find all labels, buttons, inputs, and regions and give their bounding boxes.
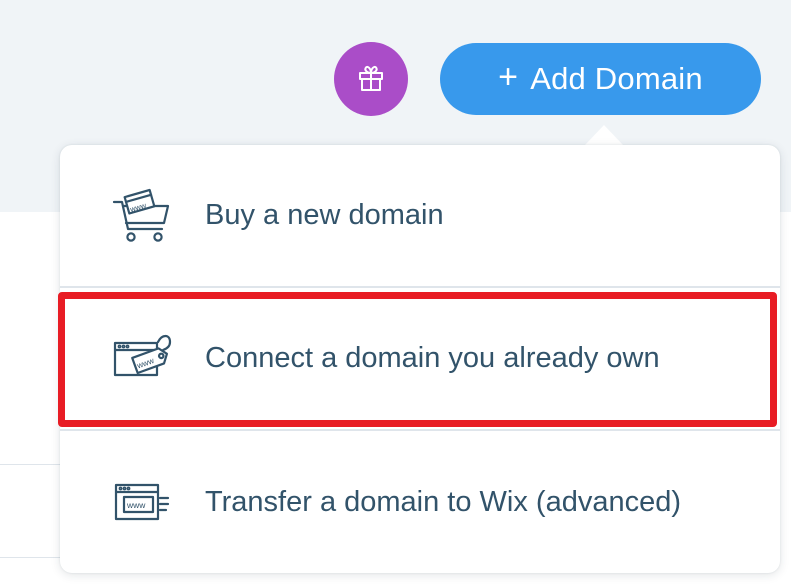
gift-button[interactable]	[334, 42, 408, 116]
menu-item-buy-domain[interactable]: www Buy a new domain	[60, 145, 780, 286]
add-domain-dropdown: www Buy a new domain www Connect a domai…	[60, 145, 780, 573]
domain-tag-icon: www	[110, 328, 176, 390]
add-domain-label: Add Domain	[530, 61, 703, 96]
dropdown-pointer	[584, 125, 624, 146]
menu-item-label: Buy a new domain	[205, 199, 444, 231]
shopping-cart-icon: www	[110, 185, 176, 247]
menu-item-label: Transfer a domain to Wix (advanced)	[205, 485, 682, 518]
browser-transfer-icon: www	[110, 471, 176, 533]
content-divider	[0, 557, 60, 558]
content-divider	[0, 464, 60, 465]
menu-item-label: Connect a domain you already own	[205, 342, 660, 374]
gift-icon	[355, 61, 387, 98]
menu-item-transfer-domain[interactable]: www Transfer a domain to Wix (advanced)	[60, 431, 780, 573]
svg-text:www: www	[126, 500, 146, 510]
add-domain-button[interactable]: + Add Domain	[440, 43, 761, 115]
plus-icon: +	[498, 58, 519, 96]
menu-item-connect-domain[interactable]: www Connect a domain you already own	[60, 288, 780, 429]
